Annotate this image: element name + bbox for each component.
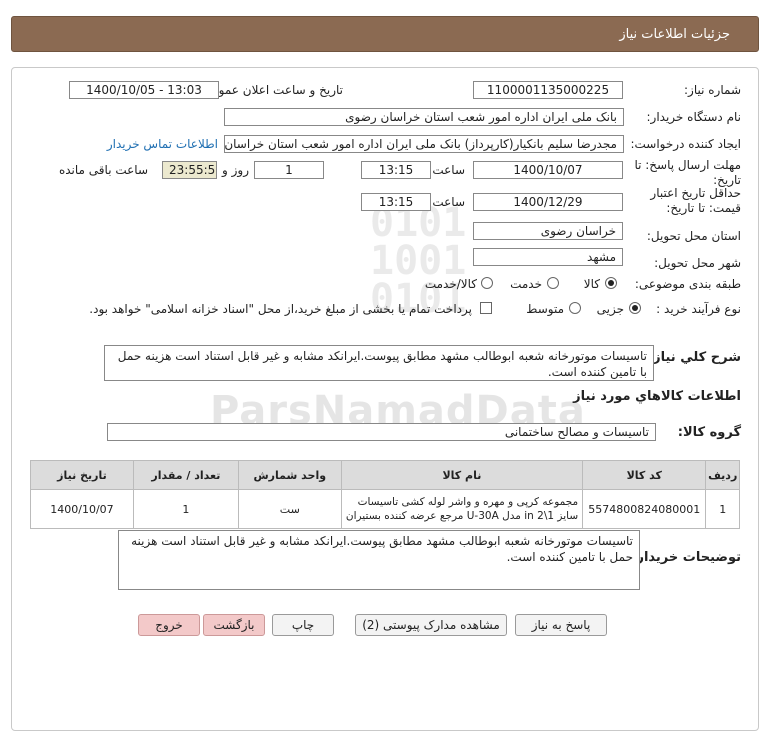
cell-row: 1: [705, 489, 740, 529]
announce-label: تاریخ و ساعت اعلان عمومی:: [198, 83, 343, 97]
category-label: طبقه بندی موضوعی:: [634, 277, 741, 291]
table-row: 1 5574800824080001 مجموعه کرپی و مهره و …: [30, 489, 740, 529]
table-header-row: ردیف کد کالا نام کالا واحد شمارش تعداد /…: [30, 460, 740, 490]
process-label: نوع فرآیند خرید :: [656, 302, 741, 316]
city-label: شهر محل تحویل:: [654, 256, 741, 270]
goods-group-field: تاسیسات و مصالح ساختمانی: [107, 423, 656, 441]
buyer-notes-box: تاسیسات موتورخانه شعبه ابوطالب مشهد مطاب…: [118, 530, 640, 590]
city-field: مشهد: [473, 248, 623, 266]
validity-label-2: قیمت: تا تاریخ:: [666, 201, 741, 215]
col-row: ردیف: [705, 460, 740, 490]
category-radio-goods-service[interactable]: [481, 277, 493, 289]
page-title: جزئیات اطلاعات نیاز: [619, 27, 730, 42]
validity-time-field: 13:15: [361, 193, 431, 211]
process-radio-medium[interactable]: [569, 302, 581, 314]
category-radio-service[interactable]: [547, 277, 559, 289]
need-number-field: 1100001135000225: [473, 81, 623, 99]
days-label: روز و: [222, 163, 249, 177]
cell-date: 1400/10/07: [30, 489, 134, 529]
goods-info-title: اطلاعات کالاهاي مورد نياز: [573, 389, 741, 404]
col-date: تاریخ نیاز: [30, 460, 134, 490]
exit-button[interactable]: خروج: [138, 614, 200, 636]
creator-field: مجدرضا سلیم بانکیار(کارپرداز) بانک ملی ا…: [224, 135, 624, 153]
process-option-minor: جزیی: [596, 302, 624, 316]
province-label: استان محل تحویل:: [646, 229, 741, 243]
category-option-goods-service: کالا/خدمت: [424, 277, 477, 291]
need-number-label: شماره نیاز:: [684, 83, 741, 97]
process-radio-minor[interactable]: [629, 302, 641, 314]
print-button[interactable]: چاپ: [272, 614, 334, 636]
col-name: نام کالا: [340, 460, 584, 490]
view-attachments-button[interactable]: مشاهده مدارک پیوستی (2): [355, 614, 507, 636]
page-header: جزئیات اطلاعات نیاز: [11, 16, 759, 52]
validity-label-1: حداقل تاریخ اعتبار: [650, 186, 741, 200]
col-code: کد کالا: [582, 460, 707, 490]
validity-date-field: 1400/12/29: [473, 193, 623, 211]
remaining-time-field: 23:55:57: [162, 161, 217, 179]
category-option-goods: کالا: [583, 277, 600, 291]
buyer-notes-label: توضیحات خریدار:: [631, 550, 741, 565]
col-qty: تعداد / مقدار: [132, 460, 239, 490]
deadline-time-label: ساعت: [432, 163, 465, 177]
contact-info-link[interactable]: اطلاعات تماس خریدار: [107, 137, 218, 151]
deadline-label-2: تاریخ:: [713, 173, 741, 187]
category-radio-goods[interactable]: [605, 277, 617, 289]
payment-note: پرداخت تمام یا بخشی از مبلغ خرید،از محل …: [89, 302, 472, 316]
announce-field: 1400/10/05 - 13:03: [69, 81, 219, 99]
category-option-service: خدمت: [510, 277, 542, 291]
goods-group-label: گروه کالا:: [677, 425, 741, 440]
description-box: تاسیسات موتورخانه شعبه ابوطالب مشهد مطاب…: [104, 345, 654, 381]
cell-unit: ست: [237, 489, 342, 529]
remaining-label: ساعت باقی مانده: [58, 163, 148, 177]
days-field: 1: [254, 161, 324, 179]
deadline-label-1: مهلت ارسال پاسخ: تا: [634, 158, 741, 172]
cell-name: مجموعه کرپی و مهره و واشر لوله کشی تاسیس…: [340, 489, 584, 529]
process-option-medium: متوسط: [526, 302, 564, 316]
buyer-label: نام دستگاه خریدار:: [646, 110, 742, 124]
province-field: خراسان رضوی: [473, 222, 623, 240]
cell-code: 5574800824080001: [582, 489, 707, 529]
reply-button[interactable]: پاسخ به نیاز: [515, 614, 607, 636]
col-unit: واحد شمارش: [237, 460, 342, 490]
creator-label: ایجاد کننده درخواست:: [630, 137, 741, 151]
deadline-time-field: 13:15: [361, 161, 431, 179]
description-label: شرح کلي نياز:: [647, 350, 741, 365]
back-button[interactable]: بازگشت: [203, 614, 265, 636]
cell-qty: 1: [132, 489, 239, 529]
deadline-date-field: 1400/10/07: [473, 161, 623, 179]
validity-time-label: ساعت: [432, 195, 465, 209]
treasury-payment-checkbox[interactable]: [480, 302, 492, 314]
goods-table: ردیف کد کالا نام کالا واحد شمارش تعداد /…: [30, 460, 740, 529]
buyer-field: بانک ملی ایران اداره امور شعب استان خراس…: [224, 108, 624, 126]
